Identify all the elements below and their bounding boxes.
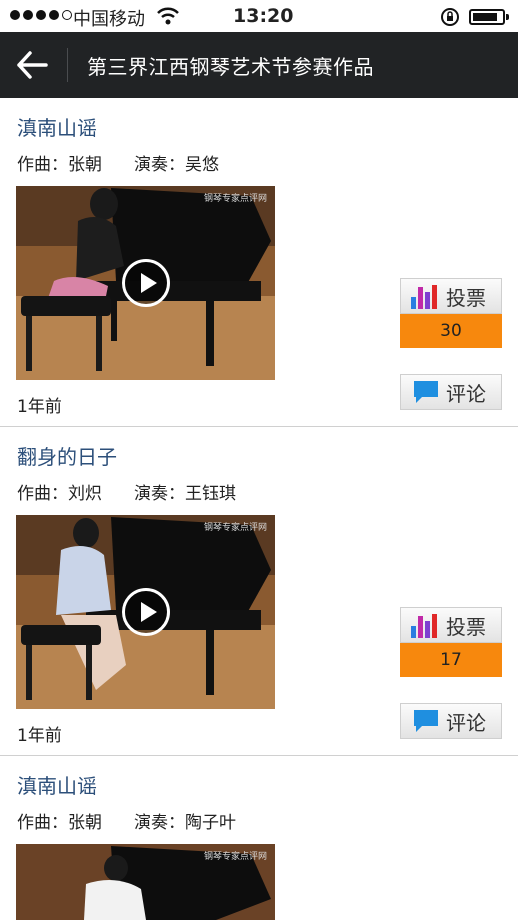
- list-item: 翻身的日子 作曲：刘炽 演奏：王钰琪 钢琴专家点评网 投票 17 评论 1年前: [0, 427, 518, 757]
- composer-label: 作曲：张朝: [17, 813, 102, 833]
- vote-count: 17: [400, 643, 502, 677]
- vote-button[interactable]: 投票 17: [400, 607, 502, 677]
- lock-rotation-icon: [441, 8, 459, 26]
- post-time: 1年前: [17, 397, 62, 417]
- credits: 作曲：张朝 演奏：吴悠: [17, 150, 219, 175]
- list-item: 滇南山谣 作曲：张朝 演奏：吴悠 钢琴专家点评网 投票 30 评论 1年前: [0, 98, 518, 428]
- post-time: 1年前: [17, 726, 62, 746]
- comment-button[interactable]: 评论: [400, 374, 502, 410]
- performer-label: 演奏：吴悠: [134, 155, 219, 175]
- comment-label: 评论: [446, 381, 486, 406]
- video-thumbnail[interactable]: 钢琴专家点评网: [16, 186, 275, 380]
- comment-label: 评论: [446, 710, 486, 735]
- speech-bubble-icon: [414, 710, 438, 732]
- nav-divider: [67, 48, 68, 82]
- credits: 作曲：张朝 演奏：陶子叶: [17, 808, 236, 833]
- performer-label: 演奏：王钰琪: [134, 484, 236, 504]
- clock: 13:20: [233, 5, 294, 27]
- vote-count: 30: [400, 314, 502, 348]
- song-title-link[interactable]: 翻身的日子: [17, 441, 117, 470]
- list-item: 滇南山谣 作曲：张朝 演奏：陶子叶 钢琴专家点评网: [0, 756, 518, 920]
- speech-bubble-icon: [414, 381, 438, 403]
- carrier-name: 中国移动: [73, 9, 145, 30]
- bar-chart-icon: [411, 285, 437, 309]
- vote-label: 投票: [446, 285, 486, 310]
- composer-label: 作曲：刘炽: [17, 484, 102, 504]
- composer-label: 作曲：张朝: [17, 155, 102, 175]
- signal-strength-icon: [10, 10, 72, 20]
- page-title: 第三界江西钢琴艺术节参赛作品: [87, 55, 374, 79]
- performer-label: 演奏：陶子叶: [134, 813, 236, 833]
- play-icon[interactable]: [122, 259, 170, 307]
- video-thumbnail[interactable]: 钢琴专家点评网: [16, 844, 275, 920]
- battery-icon: [469, 9, 509, 25]
- status-bar: 中国移动 13:20: [0, 0, 518, 32]
- bar-chart-icon: [411, 614, 437, 638]
- credits: 作曲：刘炽 演奏：王钰琪: [17, 479, 236, 504]
- vote-label: 投票: [446, 614, 486, 639]
- watermark: 钢琴专家点评网: [203, 194, 267, 204]
- nav-bar: 第三界江西钢琴艺术节参赛作品: [0, 32, 518, 98]
- song-title-link[interactable]: 滇南山谣: [17, 112, 97, 141]
- vote-button[interactable]: 投票 30: [400, 278, 502, 348]
- back-arrow-icon[interactable]: [16, 50, 48, 80]
- play-icon[interactable]: [122, 588, 170, 636]
- song-title-link[interactable]: 滇南山谣: [17, 770, 97, 799]
- comment-button[interactable]: 评论: [400, 703, 502, 739]
- watermark: 钢琴专家点评网: [203, 523, 267, 533]
- wifi-icon: [157, 7, 179, 25]
- watermark: 钢琴专家点评网: [203, 852, 267, 862]
- video-thumbnail[interactable]: 钢琴专家点评网: [16, 515, 275, 709]
